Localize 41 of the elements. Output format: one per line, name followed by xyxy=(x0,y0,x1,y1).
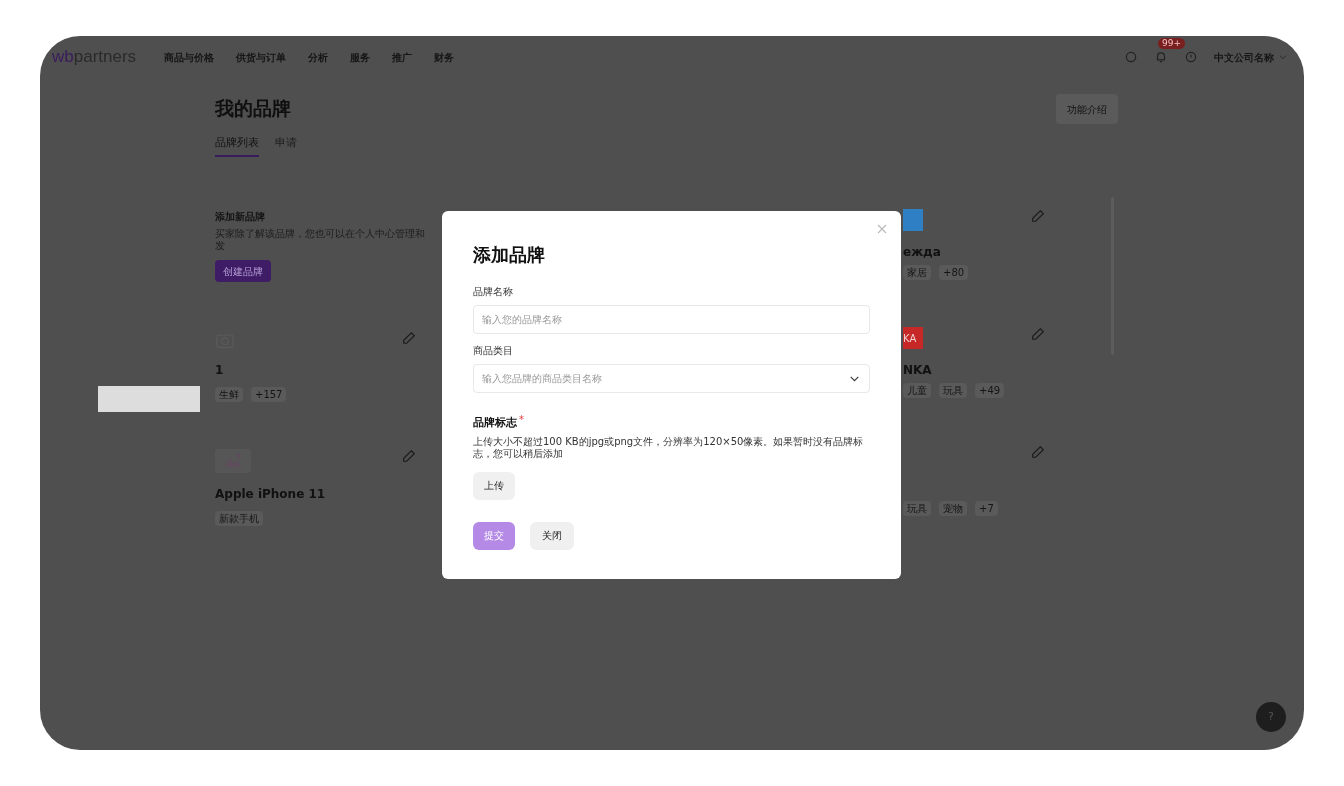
pencil-icon[interactable] xyxy=(1031,327,1045,341)
account-menu[interactable]: 中文公司名称 xyxy=(1214,49,1288,65)
brand-name-input[interactable]: 输入您的品牌名称 xyxy=(473,305,870,334)
bell-icon[interactable] xyxy=(1154,50,1168,64)
category-tag: +7 xyxy=(975,501,998,516)
pencil-icon[interactable] xyxy=(402,331,416,345)
category-tag: 生鲜 xyxy=(215,387,243,402)
category-select[interactable]: 输入您品牌的商品类目名称 xyxy=(473,364,870,393)
help-button[interactable]: ? xyxy=(1256,702,1286,732)
upload-button[interactable]: 上传 xyxy=(473,471,515,500)
nav-item[interactable]: 财务 xyxy=(434,49,455,65)
notification-badge: 99+ xyxy=(1158,38,1185,49)
brand-name: NKA xyxy=(903,363,932,377)
nav-item[interactable]: 供货与订单 xyxy=(236,49,287,65)
pencil-icon[interactable] xyxy=(1031,209,1045,223)
page-title: 我的品牌 xyxy=(215,96,292,121)
close-icon[interactable] xyxy=(877,223,889,235)
pencil-icon[interactable] xyxy=(402,449,416,463)
nav-item[interactable]: 服务 xyxy=(350,49,371,65)
close-button[interactable]: 关闭 xyxy=(530,521,574,550)
field-label: 品牌名称 xyxy=(473,285,514,299)
brand-name: Apple iPhone 11 xyxy=(215,486,327,503)
dialog-title: 添加品牌 xyxy=(473,243,546,267)
logo-section-label: 品牌标志 xyxy=(473,415,517,431)
category-tag: +49 xyxy=(975,383,1005,398)
category-tag: 儿童 xyxy=(903,383,931,398)
nav-item[interactable]: 推广 xyxy=(392,49,413,65)
field-label: 商品类目 xyxy=(473,344,514,358)
brand-name: 1 xyxy=(215,362,225,379)
category-tag: +157 xyxy=(251,387,287,402)
pencil-icon[interactable] xyxy=(1031,445,1045,459)
nav-item[interactable]: 分析 xyxy=(308,49,329,65)
required-mark: * xyxy=(519,415,524,425)
logo-hint: 上传大小不超过100 KB的jpg或png文件，分辨率为120×50像素。如果暂时没有品牌标志，您可以稍后添加 xyxy=(473,435,865,460)
brand-logo: KA xyxy=(903,327,923,349)
create-brand-button[interactable]: 创建品牌 xyxy=(215,260,271,282)
help-icon[interactable] xyxy=(1184,50,1198,64)
category-tag: +80 xyxy=(939,265,969,280)
brand-name: ежда xyxy=(903,245,941,259)
chevron-down-icon xyxy=(1278,52,1288,62)
category-tag: 宠物 xyxy=(939,501,967,516)
